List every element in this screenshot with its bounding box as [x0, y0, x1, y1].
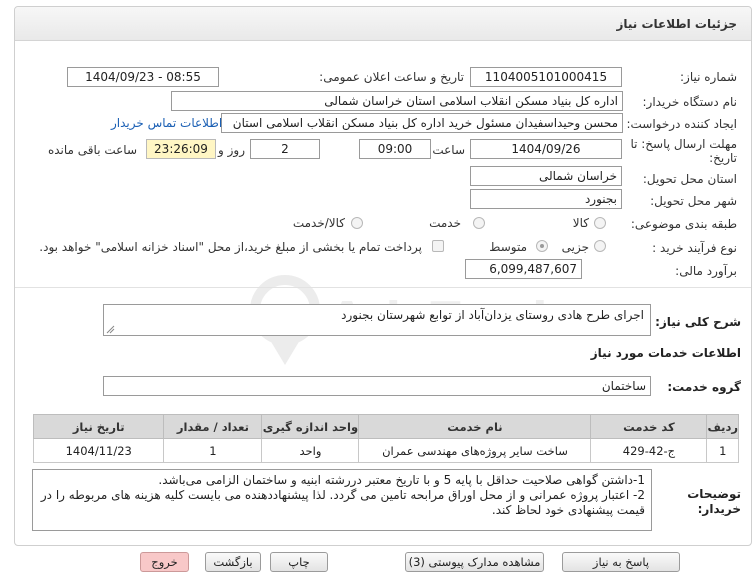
process-label: نوع فرآیند خرید : [652, 241, 737, 255]
column-header: تعداد / مقدار [163, 414, 263, 439]
exit-button[interactable]: خروج [140, 552, 189, 572]
treasury-payment-checkbox[interactable] [432, 240, 444, 252]
back-button[interactable]: بازگشت [205, 552, 261, 572]
deadline-time-field: 09:00 [359, 139, 431, 159]
days-field: 2 [250, 139, 320, 159]
need-number-field: 1104005101000415 [470, 67, 622, 87]
column-header: تاریخ نیاز [32, 414, 165, 439]
panel-header: جزئیات اطلاعات نیاز [15, 7, 751, 41]
estimate-field: 6,099,487,607 [465, 259, 582, 279]
process-option-minor: جزیی [561, 240, 589, 254]
category-radio-both[interactable] [351, 217, 363, 229]
province-label: استان محل تحویل: [642, 172, 737, 186]
buyer-org-field: اداره کل بنیاد مسکن انقلاب اسلامی استان … [171, 91, 623, 111]
city-field: بجنورد [470, 189, 622, 209]
payment-note: پرداخت تمام یا بخشی از مبلغ خرید،از محل … [39, 240, 422, 254]
remaining-time-field: 23:26:09 [146, 139, 216, 159]
description-label: شرح کلی نیاز: [655, 315, 741, 329]
creator-field: محسن وحیداسفیدان مسئول خرید اداره کل بنی… [221, 113, 623, 133]
details-panel [14, 6, 752, 546]
description-text: اجرای طرح هادی روستای یزدان‌آباد از تواب… [341, 308, 644, 322]
announce-field: 1404/09/23 - 08:55 [67, 67, 219, 87]
services-section-title: اطلاعات خدمات مورد نیاز [590, 346, 741, 360]
deadline-label: مهلت ارسال پاسخ: تا [630, 137, 737, 151]
buyer-note-line: قیمت پیشنهادی خود لحاظ کند. [491, 503, 645, 517]
table-cell: 1404/11/23 [32, 438, 165, 463]
buyer-notes-label-2: خریدار: [697, 502, 741, 516]
process-radio-medium[interactable] [536, 240, 548, 252]
category-label: طبقه بندی موضوعی: [630, 217, 737, 231]
column-header: ردیف [706, 414, 739, 439]
creator-label: ایجاد کننده درخواست: [626, 117, 737, 131]
province-field: خراسان شمالی [470, 166, 622, 186]
buyer-notes-textarea: 1-داشتن گواهی صلاحیت حداقل با پایه 5 و ب… [32, 469, 652, 531]
attached-docs-button[interactable]: مشاهده مدارک پیوستی (3) [405, 552, 544, 572]
table-row: 1 ج-42-429 ساخت سایر پروژه‌های مهندسی عم… [32, 438, 739, 463]
days-label: روز و [218, 143, 245, 157]
page-title: جزئیات اطلاعات نیاز [616, 17, 737, 31]
category-radio-service[interactable] [473, 217, 485, 229]
estimate-label: برآورد مالی: [675, 264, 737, 278]
table-cell: ج-42-429 [590, 438, 708, 463]
contact-buyer-link[interactable]: اطلاعات تماس خریدار [111, 116, 222, 130]
category-option-both: کالا/خدمت [292, 216, 345, 230]
need-number-label: شماره نیاز: [680, 70, 737, 84]
print-button[interactable]: چاپ [270, 552, 328, 572]
divider [15, 287, 751, 288]
announce-label: تاریخ و ساعت اعلان عمومی: [319, 70, 464, 84]
process-radio-minor[interactable] [594, 240, 606, 252]
table-cell: 1 [706, 438, 739, 463]
column-header: نام خدمت [358, 414, 592, 439]
buyer-note-line: 1-داشتن گواهی صلاحیت حداقل با پایه 5 و ب… [158, 473, 645, 487]
deadline-label-date: تاریخ: [709, 151, 737, 165]
process-option-medium: متوسط [489, 240, 527, 254]
buyer-org-label: نام دستگاه خریدار: [642, 95, 738, 109]
remaining-label: ساعت باقی مانده [47, 143, 137, 157]
table-cell: 1 [163, 438, 263, 463]
column-header: واحد اندازه گیری [261, 414, 360, 439]
city-label: شهر محل تحویل: [650, 194, 737, 208]
buyer-notes-label: توضیحات [687, 487, 741, 501]
table-header-row: ردیف کد خدمت نام خدمت واحد اندازه گیری ت… [32, 414, 739, 439]
category-option-service: خدمت [429, 216, 461, 230]
category-option-goods: کالا [572, 216, 589, 230]
deadline-date-field: 1404/09/26 [470, 139, 622, 159]
resize-handle-icon[interactable] [106, 325, 115, 334]
deadline-time-label: ساعت [432, 143, 465, 157]
service-group-label: گروه خدمت: [667, 380, 741, 394]
category-radio-goods[interactable] [594, 217, 606, 229]
services-table: ردیف کد خدمت نام خدمت واحد اندازه گیری ت… [32, 414, 739, 463]
buyer-note-line: 2- اعتبار پروژه عمرانی و از محل اوراق مر… [40, 488, 645, 502]
table-cell: ساخت سایر پروژه‌های مهندسی عمران [358, 438, 592, 463]
description-textarea: اجرای طرح هادی روستای یزدان‌آباد از تواب… [103, 304, 651, 336]
reply-button[interactable]: پاسخ به نیاز [562, 552, 680, 572]
table-cell: واحد [261, 438, 360, 463]
column-header: کد خدمت [590, 414, 708, 439]
service-group-field: ساختمان [103, 376, 651, 396]
